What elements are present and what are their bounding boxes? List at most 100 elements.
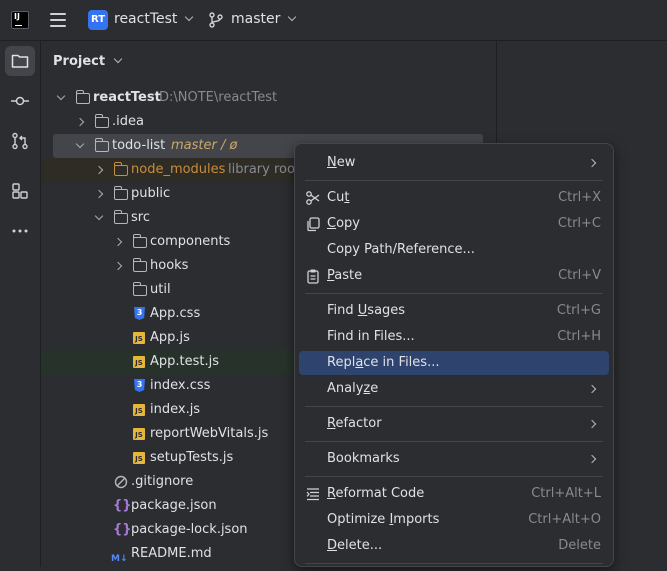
commit-tool-button[interactable]	[5, 86, 35, 116]
shortcut-label: Ctrl+V	[558, 268, 601, 283]
js-test-file-icon: JS	[133, 356, 145, 368]
js-file-icon: JS	[133, 404, 145, 416]
hamburger-menu-icon[interactable]	[50, 13, 66, 27]
more-icon	[12, 229, 28, 233]
more-tools-button[interactable]	[5, 216, 35, 246]
menu-item-optimize-imports[interactable]: Optimize Imports Ctrl+Alt+O	[299, 508, 609, 532]
tree-node-label: node_modules	[131, 162, 226, 177]
shortcut-label: Ctrl+Alt+O	[528, 512, 601, 527]
chevron-right-icon[interactable]	[113, 261, 123, 271]
menu-item-label: Find in Files...	[327, 329, 415, 344]
menu-separator	[305, 441, 603, 442]
title-bar: IJ RT reactTest master	[0, 0, 667, 41]
tree-node-label: package.json	[131, 498, 217, 513]
chevron-right-icon[interactable]	[75, 117, 85, 127]
tree-node-label: README.md	[131, 546, 212, 561]
chevron-right-icon[interactable]	[94, 189, 104, 199]
shortcut-label: Delete	[558, 538, 601, 553]
chevron-right-icon	[587, 419, 597, 429]
tree-node-label: src	[131, 210, 150, 225]
tree-node-label: hooks	[150, 258, 189, 273]
project-switcher[interactable]: reactTest	[114, 11, 194, 27]
panel-title: Project	[53, 54, 106, 69]
context-menu: New Cut Ctrl+X Copy Ctrl+C Copy Path/Ref…	[294, 143, 614, 567]
menu-item-new[interactable]: New	[299, 151, 609, 175]
menu-item-bookmarks[interactable]: Bookmarks	[299, 447, 609, 471]
tree-node-label: components	[150, 234, 231, 249]
tree-node-label: reportWebVitals.js	[150, 426, 269, 441]
menu-separator	[305, 563, 603, 564]
intellij-logo-icon[interactable]: IJ	[11, 11, 29, 29]
project-badge[interactable]: RT	[88, 10, 108, 30]
tree-node-path: D:\NOTE\reactTest	[159, 90, 278, 105]
chevron-right-icon[interactable]	[94, 165, 104, 175]
paste-icon	[307, 269, 319, 284]
menu-item-label: Analyze	[327, 381, 379, 396]
tree-node-hint: library root	[228, 162, 301, 177]
branch-switcher[interactable]: master	[231, 11, 297, 27]
tree-node-branch: master / ø	[171, 138, 238, 153]
tree-node-label: index.js	[150, 402, 201, 417]
pull-requests-tool-button[interactable]	[5, 126, 35, 156]
project-name: reactTest	[114, 11, 178, 27]
chevron-right-icon	[587, 384, 597, 394]
menu-item-copy-path[interactable]: Copy Path/Reference...	[299, 238, 609, 262]
tree-node-label: App.js	[150, 330, 190, 345]
menu-item-replace-in-files[interactable]: Replace in Files...	[299, 351, 609, 375]
menu-item-paste[interactable]: Paste Ctrl+V	[299, 264, 609, 288]
folder-icon	[113, 186, 128, 200]
chevron-right-icon[interactable]	[113, 237, 123, 247]
menu-item-delete[interactable]: Delete... Delete	[299, 534, 609, 558]
chevron-down-icon	[113, 54, 122, 64]
shortcut-label: Ctrl+G	[556, 303, 601, 318]
folder-icon	[132, 282, 147, 296]
menu-separator	[305, 293, 603, 294]
menu-item-label: Reformat Code	[327, 486, 425, 501]
module-folder-icon	[75, 90, 90, 104]
tree-node-label: App.test.js	[150, 354, 220, 369]
ignore-file-icon	[114, 475, 128, 489]
folder-icon	[11, 54, 29, 68]
scissors-icon	[306, 191, 320, 205]
menu-item-find-in-files[interactable]: Find in Files... Ctrl+H	[299, 325, 609, 349]
menu-item-reformat-code[interactable]: Reformat Code Ctrl+Alt+L	[299, 482, 609, 506]
module-folder-icon	[94, 138, 109, 152]
menu-item-label: Replace in Files...	[327, 355, 440, 370]
menu-item-copy[interactable]: Copy Ctrl+C	[299, 212, 609, 236]
chevron-down-icon[interactable]	[94, 211, 104, 221]
tree-node-idea[interactable]: .idea	[41, 110, 496, 134]
tree-node-root[interactable]: reactTest D:\NOTE\reactTest	[41, 86, 496, 110]
tree-node-label: setupTests.js	[150, 450, 234, 465]
menu-separator	[305, 476, 603, 477]
json-file-icon: {}	[113, 498, 132, 513]
copy-icon	[307, 217, 320, 232]
pull-request-icon	[12, 132, 28, 150]
commit-icon	[11, 96, 29, 106]
tree-node-label: reactTest	[93, 90, 161, 105]
menu-item-cut[interactable]: Cut Ctrl+X	[299, 186, 609, 210]
menu-item-analyze[interactable]: Analyze	[299, 377, 609, 401]
markdown-file-icon: M↓	[111, 554, 128, 564]
shortcut-label: Ctrl+Alt+L	[531, 486, 601, 501]
branch-icon[interactable]	[209, 12, 223, 28]
panel-title-dropdown[interactable]: Project	[53, 54, 122, 69]
menu-item-find-usages[interactable]: Find Usages Ctrl+G	[299, 299, 609, 323]
menu-separator	[305, 180, 603, 181]
tree-node-label: util	[150, 282, 171, 297]
js-file-icon: JS	[133, 332, 145, 344]
chevron-down-icon[interactable]	[75, 139, 85, 149]
css-file-icon: 3	[134, 379, 145, 392]
menu-item-refactor[interactable]: Refactor	[299, 412, 609, 436]
chevron-down-icon[interactable]	[56, 91, 66, 101]
tree-node-label: package-lock.json	[131, 522, 248, 537]
project-tool-button[interactable]	[5, 46, 35, 76]
reformat-icon	[306, 488, 319, 501]
tree-node-label: .gitignore	[131, 474, 194, 489]
structure-tool-button[interactable]	[5, 176, 35, 206]
menu-separator	[305, 406, 603, 407]
structure-icon	[12, 183, 28, 199]
json-file-icon: {}	[113, 522, 132, 537]
chevron-down-icon	[184, 12, 194, 22]
css-file-icon: 3	[134, 307, 145, 320]
js-file-icon: JS	[133, 428, 145, 440]
